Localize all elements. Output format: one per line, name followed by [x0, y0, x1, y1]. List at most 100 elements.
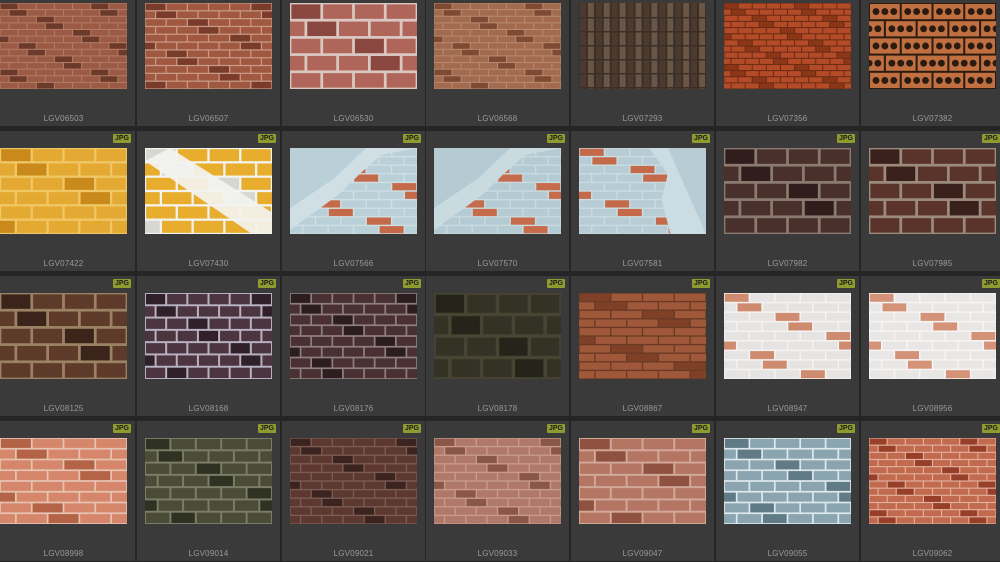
file-name-label: LGV08125 [43, 404, 84, 413]
file-name-label: LGV07570 [477, 259, 518, 268]
thumbnail-image[interactable] [869, 148, 996, 234]
file-name-label: LGV09014 [188, 549, 229, 558]
thumbnail-image[interactable] [869, 293, 996, 379]
file-name-label: LGV08176 [333, 404, 374, 413]
thumbnail-cell[interactable]: JPG LGV07982 [716, 131, 859, 271]
brick-texture [290, 3, 417, 89]
thumbnail-cell[interactable]: JPG LGV07570 [426, 131, 569, 271]
file-name-label: LGV08867 [622, 404, 663, 413]
brick-texture [145, 3, 272, 89]
thumbnail-image[interactable] [724, 438, 851, 524]
brick-texture [0, 438, 127, 524]
file-type-badge: JPG [691, 134, 710, 143]
thumbnail-image[interactable] [724, 148, 851, 234]
thumbnail-cell[interactable]: JPG LGV08998 [0, 421, 135, 561]
thumbnail-image[interactable] [290, 438, 417, 524]
thumbnail-image[interactable] [290, 148, 417, 234]
thumbnail-image[interactable] [434, 293, 561, 379]
thumbnail-cell[interactable]: JPG LGV07581 [571, 131, 714, 271]
thumbnail-cell[interactable]: JPG LGV07430 [137, 131, 280, 271]
brick-texture [724, 438, 851, 524]
brick-texture [579, 148, 706, 234]
thumbnail-cell[interactable]: JPG LGV07566 [282, 131, 425, 271]
brick-texture [869, 438, 996, 524]
thumbnail-cell[interactable]: JPG LGV07422 [0, 131, 135, 271]
thumbnail-image[interactable] [0, 438, 127, 524]
brick-texture [724, 148, 851, 234]
file-name-label: LGV06507 [188, 114, 229, 123]
thumbnail-image[interactable] [290, 3, 417, 89]
file-name-label: LGV06568 [477, 114, 518, 123]
thumbnail-image[interactable] [145, 438, 272, 524]
thumbnail-cell[interactable]: JPG LGV07985 [861, 131, 1000, 271]
thumbnail-cell[interactable]: JPG LGV08956 [861, 276, 1000, 416]
file-name-label: LGV09033 [477, 549, 518, 558]
thumbnail-cell[interactable]: JPGLGV07356 [716, 0, 859, 126]
brick-texture [290, 438, 417, 524]
thumbnail-cell[interactable]: JPG LGV09033 [426, 421, 569, 561]
thumbnail-image[interactable] [434, 3, 561, 89]
file-type-badge: JPG [836, 279, 855, 288]
brick-texture [434, 293, 561, 379]
file-type-badge: JPG [546, 279, 565, 288]
thumbnail-image[interactable] [434, 438, 561, 524]
file-type-badge: JPG [257, 424, 276, 433]
thumbnail-image[interactable] [0, 293, 127, 379]
file-name-label: LGV07982 [767, 259, 808, 268]
thumbnail-image[interactable] [0, 148, 127, 234]
thumbnail-cell[interactable]: JPG LGV08867 [571, 276, 714, 416]
thumbnail-cell[interactable]: JPG LGV09014 [137, 421, 280, 561]
thumbnail-image[interactable] [290, 293, 417, 379]
thumbnail-image[interactable] [579, 3, 706, 89]
thumbnail-cell[interactable]: JPG LGV08176 [282, 276, 425, 416]
thumbnail-cell[interactable]: JPG LGV09021 [282, 421, 425, 561]
file-type-badge: JPG [402, 279, 421, 288]
thumbnail-cell[interactable]: JPGLGV06507 [137, 0, 280, 126]
file-name-label: LGV08178 [477, 404, 518, 413]
thumbnail-image[interactable] [724, 3, 851, 89]
file-name-label: LGV09055 [767, 549, 808, 558]
thumbnail-cell[interactable]: JPGLGV06503 [0, 0, 135, 126]
thumbnail-cell[interactable]: JPG LGV08168 [137, 276, 280, 416]
thumbnail-cell[interactable]: JPGLGV07382 [861, 0, 1000, 126]
thumbnail-cell[interactable]: JPG LGV09055 [716, 421, 859, 561]
brick-texture [145, 293, 272, 379]
brick-texture [145, 438, 272, 524]
file-type-badge: JPG [836, 424, 855, 433]
thumbnail-cell[interactable]: JPG LGV09062 [861, 421, 1000, 561]
thumbnail-image[interactable] [869, 3, 996, 89]
file-name-label: LGV07293 [622, 114, 663, 123]
thumbnail-image[interactable] [579, 438, 706, 524]
file-type-badge: JPG [112, 424, 131, 433]
thumbnail-image[interactable] [0, 3, 127, 89]
brick-texture [869, 293, 996, 379]
thumbnail-cell[interactable]: JPG LGV08178 [426, 276, 569, 416]
file-type-badge: JPG [691, 424, 710, 433]
thumbnail-image[interactable] [145, 293, 272, 379]
brick-texture [579, 438, 706, 524]
file-name-label: LGV07566 [333, 259, 374, 268]
brick-texture [579, 3, 706, 89]
thumbnail-cell[interactable]: JPGLGV06568 [426, 0, 569, 126]
thumbnail-image[interactable] [869, 438, 996, 524]
file-name-label: LGV09021 [333, 549, 374, 558]
thumbnail-cell[interactable]: JPG LGV08125 [0, 276, 135, 416]
brick-texture [0, 148, 127, 234]
file-type-badge: JPG [546, 424, 565, 433]
thumbnail-image[interactable] [434, 148, 561, 234]
thumbnail-image[interactable] [145, 3, 272, 89]
file-type-badge: JPG [402, 424, 421, 433]
thumbnail-cell[interactable]: JPG LGV09047 [571, 421, 714, 561]
thumbnail-image[interactable] [724, 293, 851, 379]
file-name-label: LGV06530 [333, 114, 374, 123]
brick-texture [869, 148, 996, 234]
file-type-badge: JPG [981, 134, 1000, 143]
thumbnail-grid: JPGLGV06503JPGLGV06507JPGLGV06530JPGLGV0… [0, 0, 1000, 562]
thumbnail-image[interactable] [579, 148, 706, 234]
thumbnail-image[interactable] [579, 293, 706, 379]
thumbnail-cell[interactable]: JPGLGV06530 [282, 0, 425, 126]
thumbnail-cell[interactable]: JPGLGV07293 [571, 0, 714, 126]
thumbnail-image[interactable] [145, 148, 272, 234]
file-type-badge: JPG [112, 134, 131, 143]
thumbnail-cell[interactable]: JPG LGV08947 [716, 276, 859, 416]
